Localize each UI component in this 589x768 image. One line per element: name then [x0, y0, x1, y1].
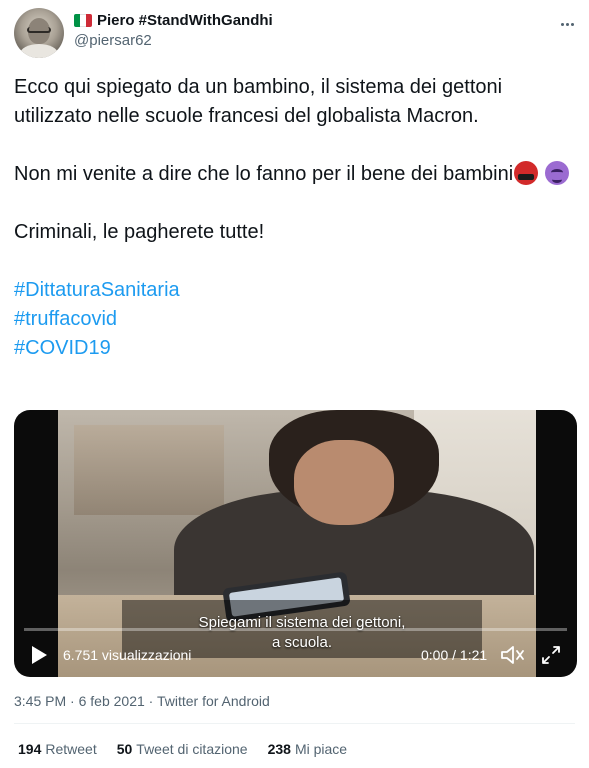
progress-track	[24, 628, 567, 631]
quotes-label: Tweet di citazione	[136, 741, 248, 757]
avatar-body	[20, 44, 58, 58]
tweet-time[interactable]: 3:45 PM	[14, 693, 66, 709]
video-background-shelf	[74, 425, 224, 515]
likes-stat[interactable]: 238 Mi piace	[268, 741, 348, 757]
avatar-glasses	[27, 27, 51, 33]
tweet-text: Ecco qui spiegato da un bambino, il sist…	[14, 73, 574, 363]
avatar[interactable]	[14, 8, 64, 58]
user-handle[interactable]: @piersar62	[74, 32, 273, 49]
video-progress-bar[interactable]	[14, 628, 577, 631]
retweets-stat[interactable]: 194 Retweet	[18, 741, 97, 757]
likes-label: Mi piace	[294, 741, 348, 757]
view-count: 6.751 visualizzazioni	[63, 647, 192, 663]
tweet-stats: 194 Retweet 50 Tweet di citazione 238 Mi pi…	[18, 741, 347, 757]
tweet-meta: 3:45 PM6 feb 2021Twitter for Android	[14, 693, 270, 709]
quotes-count: 50	[116, 741, 133, 757]
tweet-paragraph-with-emoji: Non mi venite a dire che lo fanno per il…	[14, 160, 574, 189]
more-icon[interactable]	[557, 14, 577, 34]
name-row: Piero #StandWithGandhi	[74, 12, 273, 29]
tweet-paragraph: Non mi venite a dire che lo fanno per il…	[14, 163, 514, 185]
hashtag-link[interactable]: #DittaturaSanitaria	[14, 276, 574, 305]
quotes-stat[interactable]: 50 Tweet di citazione	[117, 741, 248, 757]
fullscreen-icon[interactable]	[540, 644, 562, 666]
video-time: 0:00 / 1:21	[421, 647, 488, 663]
tweet-source[interactable]: Twitter for Android	[145, 693, 270, 709]
divider	[14, 723, 575, 724]
likes-count: 238	[267, 741, 291, 757]
play-icon[interactable]	[32, 646, 47, 664]
tweet-header: Piero #StandWithGandhi @piersar62	[14, 8, 579, 60]
video-player[interactable]: Spiegami il sistema dei gettoni, a scuol…	[14, 410, 577, 677]
smiling-devil-icon	[544, 161, 569, 185]
video-child-face	[294, 440, 394, 525]
volume-icon[interactable]	[500, 644, 526, 666]
tweet-paragraph: Ecco qui spiegato da un bambino, il sist…	[14, 76, 503, 127]
tweet-date[interactable]: 6 feb 2021	[66, 693, 145, 709]
hashtag-link[interactable]: #COVID19	[14, 334, 574, 363]
italy-flag-icon	[74, 14, 92, 27]
face-with-symbols-icon	[514, 161, 539, 185]
retweets-label: Retweet	[45, 741, 97, 757]
hashtag-link[interactable]: #truffacovid	[14, 305, 574, 334]
display-name[interactable]: Piero #StandWithGandhi	[97, 12, 273, 29]
video-controls: 6.751 visualizzazioni 0:00 / 1:21	[14, 640, 577, 670]
hashtag-list: #DittaturaSanitaria #truffacovid #COVID1…	[14, 276, 574, 363]
tweet-paragraph: Criminali, le pagherete tutte!	[14, 221, 265, 243]
user-info[interactable]: Piero #StandWithGandhi @piersar62	[74, 12, 273, 49]
retweets-count: 194	[18, 741, 42, 757]
